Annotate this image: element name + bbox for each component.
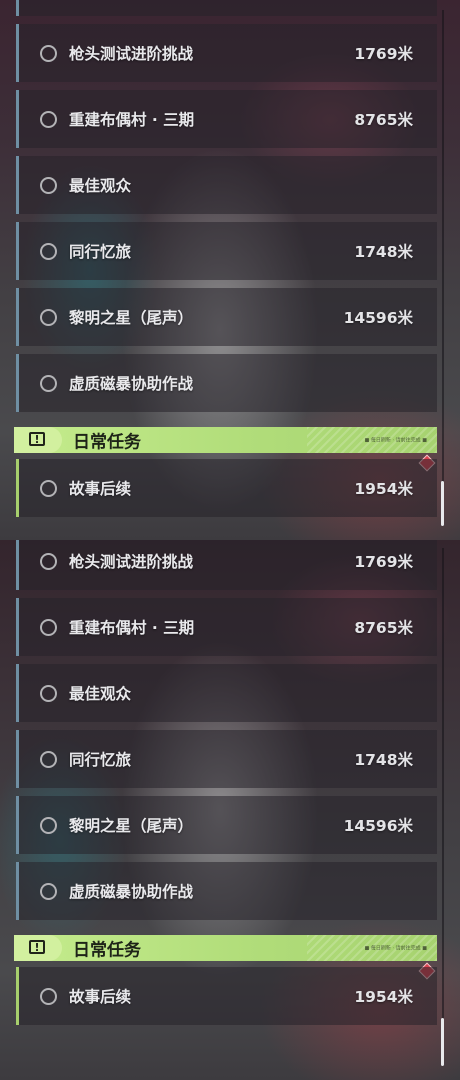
- scrollbar-thumb[interactable]: [441, 1018, 444, 1066]
- quest-title: 虚质磁暴协助作战: [69, 375, 194, 393]
- quest-status-circle-icon: [40, 553, 57, 570]
- quest-panel-2: 枪头测试进阶挑战 1769米 重建布偶村 · 三期 8765米 最佳观众 同行忆…: [0, 540, 460, 1080]
- daily-quest-row[interactable]: 故事后续 1954米: [16, 459, 437, 517]
- quest-status-circle-icon: [40, 375, 57, 392]
- section-icon-badge: !: [14, 427, 62, 453]
- quest-row[interactable]: 虚质磁暴协助作战: [16, 862, 437, 920]
- section-title: 日常任务: [73, 432, 141, 453]
- section-tag: ■ 每日刷新 · 请前往完成 ■: [364, 437, 427, 444]
- quest-status-circle-icon: [40, 243, 57, 260]
- quest-row[interactable]: 同行忆旅 1748米: [16, 730, 437, 788]
- quest-status-circle-icon: [40, 309, 57, 326]
- section-icon-badge: !: [14, 935, 62, 961]
- quest-status-circle-icon: [40, 817, 57, 834]
- quest-distance: 1748米: [354, 243, 413, 261]
- exclamation-icon: !: [29, 432, 45, 446]
- quest-title: 同行忆旅: [69, 751, 132, 769]
- quest-title: 最佳观众: [69, 177, 132, 195]
- quest-row[interactable]: 虚质磁暴协助作战: [16, 354, 437, 412]
- quest-row[interactable]: 黎明之星（尾声） 14596米: [16, 796, 437, 854]
- exclamation-icon: !: [29, 940, 45, 954]
- quest-status-circle-icon: [40, 45, 57, 62]
- quest-title: 枪头测试进阶挑战: [69, 45, 194, 63]
- quest-title: 故事后续: [69, 988, 132, 1006]
- quest-title: 最佳观众: [69, 685, 132, 703]
- section-title: 日常任务: [73, 940, 141, 961]
- quest-title: 黎明之星（尾声）: [69, 309, 194, 327]
- quest-title: 重建布偶村 · 三期: [69, 111, 195, 129]
- quest-row[interactable]: 枪头测试进阶挑战 1769米: [16, 24, 437, 82]
- quest-distance: 1748米: [354, 751, 413, 769]
- quest-distance: 14596米: [343, 817, 413, 835]
- quest-distance: 1954米: [354, 480, 413, 498]
- quest-row[interactable]: 同行忆旅 1748米: [16, 222, 437, 280]
- quest-status-circle-icon: [40, 988, 57, 1005]
- quest-row-partial[interactable]: [16, 0, 437, 16]
- quest-row[interactable]: 最佳观众: [16, 664, 437, 722]
- quest-row[interactable]: 最佳观众: [16, 156, 437, 214]
- quest-status-circle-icon: [40, 480, 57, 497]
- quest-row[interactable]: 黎明之星（尾声） 14596米: [16, 288, 437, 346]
- quest-distance: 8765米: [354, 619, 413, 637]
- quest-title: 枪头测试进阶挑战: [69, 553, 194, 571]
- daily-section-header: ! 日常任务 ■ 每日刷新 · 请前往完成 ■: [14, 427, 437, 453]
- quest-distance: 1769米: [354, 553, 413, 571]
- daily-section-header: ! 日常任务 ■ 每日刷新 · 请前往完成 ■: [14, 935, 437, 961]
- quest-title: 重建布偶村 · 三期: [69, 619, 195, 637]
- quest-row[interactable]: 枪头测试进阶挑战 1769米: [16, 540, 437, 590]
- quest-status-circle-icon: [40, 177, 57, 194]
- scrollbar-thumb[interactable]: [441, 481, 444, 526]
- section-tag: ■ 每日刷新 · 请前往完成 ■: [364, 945, 427, 952]
- quest-title: 虚质磁暴协助作战: [69, 883, 194, 901]
- quest-distance: 1954米: [354, 988, 413, 1006]
- daily-quest-row[interactable]: 故事后续 1954米: [16, 967, 437, 1025]
- quest-status-circle-icon: [40, 619, 57, 636]
- quest-title: 同行忆旅: [69, 243, 132, 261]
- quest-row[interactable]: 重建布偶村 · 三期 8765米: [16, 598, 437, 656]
- quest-distance: 8765米: [354, 111, 413, 129]
- quest-status-circle-icon: [40, 685, 57, 702]
- quest-title: 黎明之星（尾声）: [69, 817, 194, 835]
- quest-status-circle-icon: [40, 751, 57, 768]
- quest-row[interactable]: 重建布偶村 · 三期 8765米: [16, 90, 437, 148]
- quest-distance: 1769米: [354, 45, 413, 63]
- scrollbar-track[interactable]: [442, 10, 444, 526]
- quest-distance: 14596米: [343, 309, 413, 327]
- quest-status-circle-icon: [40, 111, 57, 128]
- quest-status-circle-icon: [40, 883, 57, 900]
- quest-title: 故事后续: [69, 480, 132, 498]
- scrollbar-track[interactable]: [442, 548, 444, 1066]
- quest-panel-1: 枪头测试进阶挑战 1769米 重建布偶村 · 三期 8765米 最佳观众 同行忆…: [0, 0, 460, 540]
